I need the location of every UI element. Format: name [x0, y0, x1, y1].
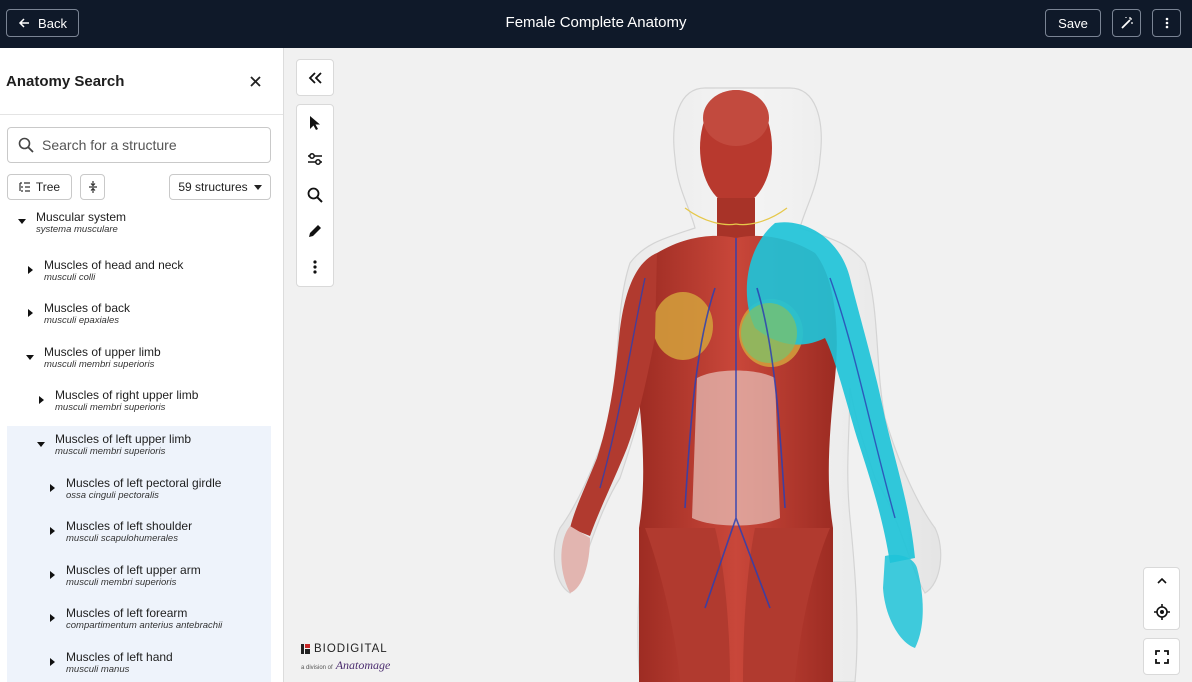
tree-item[interactable]: Muscles of left forearm compartimentum an… — [7, 600, 271, 644]
search-input[interactable] — [42, 137, 242, 153]
viewer-toolbar — [296, 104, 334, 287]
tree-item-name: Muscles of left hand — [66, 649, 173, 664]
magic-wand-button[interactable] — [1112, 9, 1141, 37]
tree-item[interactable]: Muscles of right upper limb musculi membr… — [0, 382, 283, 426]
female-anatomy-model[interactable] — [285, 48, 1192, 682]
double-chevron-left-icon — [308, 71, 322, 84]
app-header: Back Female Complete Anatomy Save — [0, 0, 1192, 48]
fullscreen-button[interactable] — [1143, 638, 1180, 675]
tree-item-name: Muscles of left shoulder — [66, 519, 193, 534]
cursor-arrow-icon — [310, 116, 320, 130]
logo-division-text: a division of — [301, 665, 333, 671]
tree-item-latin-name: musculi manus — [66, 663, 130, 675]
caret-right-icon[interactable] — [48, 483, 56, 492]
biodigital-logo: BIODIGITAL a division of Anatomage — [301, 643, 390, 673]
sliders-icon — [308, 153, 322, 165]
tree-item-latin-name: musculi epaxiales — [44, 315, 119, 327]
select-tool-button[interactable] — [297, 105, 333, 141]
anatomy-search-panel: Anatomy Search Tree 59 structures Muscul… — [0, 48, 284, 682]
caret-down-icon[interactable] — [26, 353, 34, 361]
tree-item-name: Muscular system — [36, 210, 127, 224]
tree-item[interactable]: Muscles of left upper limb musculi membri… — [7, 425, 271, 470]
collapse-all-button[interactable] — [80, 174, 105, 200]
caret-down-icon[interactable] — [37, 440, 45, 448]
search-icon — [18, 137, 34, 153]
tree-list-icon — [19, 182, 30, 192]
tree-item[interactable]: Muscles of left upper arm musculi membri … — [7, 556, 271, 601]
tree-item-latin-name: musculi membri superioris — [44, 358, 155, 370]
tree-item-latin-name: musculi colli — [44, 271, 96, 283]
close-icon — [249, 75, 261, 87]
more-tools-button[interactable] — [297, 249, 333, 285]
chevron-up-icon — [1156, 578, 1167, 584]
tree-item-name: Muscles of upper limb — [44, 344, 161, 359]
structure-tree: Muscular system systema musculare Muscles … — [0, 208, 283, 682]
pencil-icon — [309, 225, 321, 237]
panel-header: Anatomy Search — [0, 48, 283, 115]
logo-name: BIODIGITAL — [314, 643, 388, 655]
tree-item-name: Muscles of left pectoral girdle — [66, 475, 222, 490]
tree-item-name: Muscles of left upper limb — [55, 431, 192, 446]
collapse-vertical-icon — [88, 181, 97, 193]
adjust-tool-button[interactable] — [297, 141, 333, 177]
caret-right-icon[interactable] — [48, 570, 56, 579]
arrow-left-icon — [18, 18, 30, 28]
tree-item-name: Muscles of left upper arm — [66, 562, 201, 577]
tree-item[interactable]: Muscles of left hand musculi manus — [7, 643, 271, 682]
tree-item-name: Muscles of right upper limb — [55, 388, 199, 403]
search-field[interactable] — [7, 127, 271, 163]
tree-item-latin-name: ossa cinguli pectoralis — [66, 489, 159, 501]
crosshair-target-icon — [1153, 604, 1170, 620]
caret-right-icon[interactable] — [48, 527, 56, 536]
tree-item[interactable]: Muscles of upper limb musculi membri supe… — [0, 339, 283, 383]
back-button[interactable]: Back — [6, 9, 79, 37]
caret-right-icon[interactable] — [26, 265, 34, 274]
tree-item-name: Muscles of back — [44, 301, 131, 316]
expand-up-button[interactable] — [1144, 568, 1179, 594]
view-navigation-panel — [1143, 567, 1180, 630]
tree-item-latin-name: musculi membri superioris — [55, 445, 166, 457]
tree-item[interactable]: Muscles of head and neck musculi colli — [0, 252, 283, 296]
tree-item[interactable]: Muscles of back musculi epaxiales — [0, 295, 283, 339]
tree-item-latin-name: musculi membri superioris — [55, 402, 166, 414]
caret-right-icon[interactable] — [48, 614, 56, 623]
collapse-panel-button[interactable] — [296, 59, 334, 96]
recenter-button[interactable] — [1144, 595, 1179, 629]
draw-tool-button[interactable] — [297, 213, 333, 249]
close-panel-button[interactable] — [246, 72, 264, 90]
tree-item-name: Muscles of left forearm — [66, 606, 188, 621]
caret-down-icon[interactable] — [18, 217, 26, 225]
back-label: Back — [38, 15, 67, 31]
caret-right-icon[interactable] — [26, 309, 34, 318]
caret-right-icon[interactable] — [37, 396, 45, 405]
structures-count-label: 59 structures — [178, 180, 248, 194]
tree-view-button[interactable]: Tree — [7, 174, 72, 200]
save-button[interactable]: Save — [1045, 9, 1101, 37]
logo-parent-name: Anatomage — [335, 658, 391, 672]
anatomy-viewer[interactable]: BIODIGITAL a division of Anatomage — [285, 48, 1192, 682]
tree-item-latin-name: musculi membri superioris — [66, 576, 177, 588]
tree-item-latin-name: compartimentum anterius antebrachii — [66, 620, 223, 632]
more-vertical-icon — [313, 260, 317, 274]
more-options-button[interactable] — [1152, 9, 1181, 37]
zoom-tool-button[interactable] — [297, 177, 333, 213]
tree-item-name: Muscles of head and neck — [44, 257, 184, 272]
panel-title: Anatomy Search — [6, 73, 125, 90]
magic-wand-icon — [1120, 17, 1133, 29]
tree-item-latin-name: systema musculare — [36, 224, 118, 235]
tree-item-latin-name: musculi scapulohumerales — [66, 533, 178, 545]
tree-label: Tree — [35, 180, 61, 194]
fullscreen-icon — [1154, 649, 1169, 664]
magnifier-icon — [307, 187, 323, 203]
structures-count-dropdown[interactable]: 59 structures — [169, 174, 271, 200]
biodigital-logo-mark-icon — [301, 644, 310, 654]
page-title: Female Complete Anatomy — [505, 14, 687, 31]
caret-down-icon — [253, 184, 262, 190]
caret-right-icon[interactable] — [48, 657, 56, 666]
tree-item[interactable]: Muscles of left pectoral girdle ossa cing… — [7, 469, 271, 514]
tree-item[interactable]: Muscular system systema musculare — [0, 208, 283, 252]
more-vertical-icon — [1165, 17, 1168, 29]
tree-item[interactable]: Muscles of left shoulder musculi scapuloh… — [7, 513, 271, 557]
